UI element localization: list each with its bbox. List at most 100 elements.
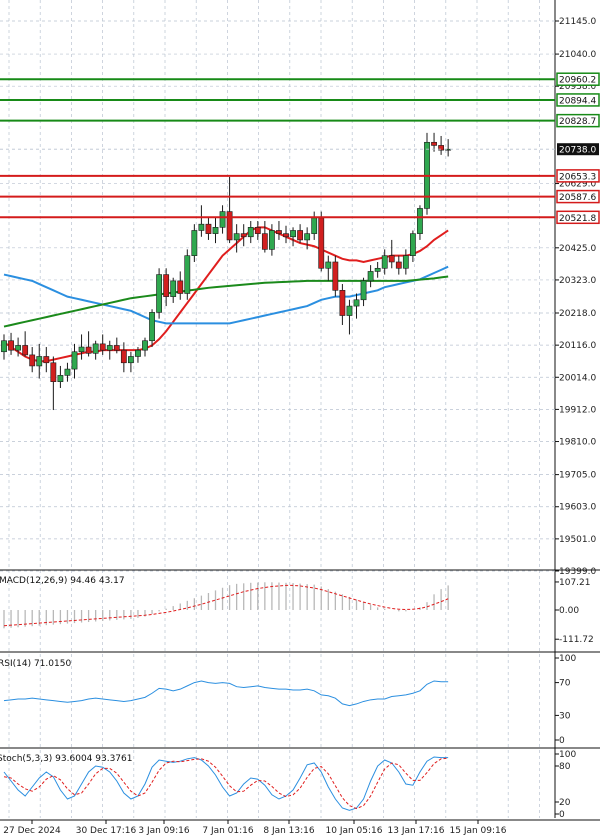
trading-chart: 21145.0 21040.0 20938.0 20629.0 20425.0 20323… <box>0 0 600 840</box>
candle-body-bullish <box>142 340 148 351</box>
candle <box>261 221 268 253</box>
candle-body-bullish <box>106 345 113 351</box>
price-tick-label: 19399.0 <box>559 567 596 577</box>
candle-body-bearish <box>332 261 339 291</box>
candle <box>64 362 71 382</box>
candle <box>177 271 184 300</box>
candle <box>120 342 127 373</box>
candle <box>226 176 233 244</box>
date-tick-label: 27 Dec 2024 <box>3 826 61 836</box>
candle-body-bearish <box>276 230 282 234</box>
candle-body-bullish <box>290 230 296 238</box>
candle-body-bearish <box>205 223 212 234</box>
candle-body-bullish <box>64 368 71 376</box>
candle <box>283 225 289 244</box>
candle-body-bullish <box>135 349 141 357</box>
price-tick-label: 19705.0 <box>559 471 596 481</box>
candle-body-bullish <box>71 351 78 370</box>
candle <box>360 277 367 307</box>
resistance-level-label: 20960.2 <box>559 76 596 86</box>
candle-body-bullish <box>353 299 360 307</box>
candle <box>205 217 212 240</box>
candle <box>374 261 381 278</box>
candle <box>149 309 155 348</box>
candle-body-bearish <box>99 343 106 351</box>
date-tick-label: 13 Jan 17:16 <box>388 826 445 836</box>
date-tick-label: 15 Jan 09:16 <box>450 826 507 836</box>
price-tick-label: 19603.0 <box>559 503 596 513</box>
candle-body-bullish <box>212 227 219 234</box>
candle <box>163 268 170 307</box>
candle <box>395 255 402 275</box>
candle <box>247 221 254 244</box>
candle-body-bullish <box>381 255 388 269</box>
horizontal-gridlines <box>0 20 555 572</box>
candle-body-bullish <box>149 312 155 342</box>
candle-body-bullish <box>325 261 332 269</box>
price-tick-label: 20425.0 <box>559 244 596 254</box>
candle-body-bearish <box>177 280 184 294</box>
candle <box>99 334 106 355</box>
candle-body-bearish <box>297 230 303 241</box>
macd-tick-label: 107.21 <box>559 578 591 588</box>
price-tick-label: 19501.0 <box>559 535 596 545</box>
candle-body-bearish <box>113 345 120 351</box>
moving-average-line <box>3 275 449 328</box>
candle <box>409 230 416 262</box>
candle-body-bearish <box>50 362 57 382</box>
candle-body-bearish <box>254 227 261 234</box>
candle <box>156 268 162 319</box>
candle <box>311 211 318 240</box>
candle <box>212 217 219 244</box>
candle-body-bearish <box>395 261 402 269</box>
candle-body-bullish <box>346 305 353 316</box>
date-tick-label: 7 Jan 01:16 <box>202 826 254 836</box>
candle <box>402 249 409 275</box>
support-level-label: 20521.8 <box>559 214 596 224</box>
candle <box>381 249 388 275</box>
candle-body-bullish <box>311 217 318 234</box>
candle-body-bearish <box>85 346 92 354</box>
price-tick-label: 20218.0 <box>559 309 596 319</box>
candle-body-bullish <box>184 255 191 294</box>
macd-label: MACD(12,26,9) 94.46 43.17 <box>0 576 125 586</box>
candle <box>346 299 353 335</box>
macd-tick-label: 0.00 <box>559 606 579 616</box>
stoch-tick-label: 80 <box>559 762 571 772</box>
price-tick-label: 21145.0 <box>559 17 596 27</box>
support-level-label: 20653.3 <box>559 172 596 182</box>
stoch-label: Stoch(5,3,3) 93.6004 93.3761 <box>0 754 132 764</box>
moving-average-line <box>3 265 449 325</box>
stoch-d-line <box>3 757 449 810</box>
candle-body-bearish <box>22 345 29 356</box>
support-level-label: 20587.6 <box>559 193 596 203</box>
candle <box>276 221 282 240</box>
candle-body-bullish <box>304 233 311 241</box>
candle <box>85 331 92 357</box>
candle-body-bullish <box>156 274 162 313</box>
candle-body-bearish <box>339 290 346 316</box>
candle-body-bullish <box>128 356 134 364</box>
candle <box>297 224 303 244</box>
candle <box>22 331 29 357</box>
candle <box>445 139 452 157</box>
candle <box>233 224 240 253</box>
candle <box>198 205 205 237</box>
date-tick-label: 8 Jan 13:16 <box>263 826 315 836</box>
candle-body-bullish <box>57 375 64 382</box>
candle <box>353 293 360 319</box>
candle <box>417 205 423 240</box>
rsi-tick-label: 0 <box>559 736 565 746</box>
candle <box>339 284 346 325</box>
candle <box>290 227 296 247</box>
candle <box>142 337 148 357</box>
candle <box>170 277 177 303</box>
price-tick-label: 20116.0 <box>559 341 596 351</box>
candle <box>367 265 374 288</box>
candle-body-bearish <box>318 217 325 269</box>
rsi-tick-label: 70 <box>559 679 571 689</box>
stoch-tick-label: 0 <box>559 810 565 820</box>
candle-body-bullish <box>409 233 416 256</box>
candle-body-bullish <box>360 280 367 301</box>
candle-body-bullish <box>36 356 43 367</box>
